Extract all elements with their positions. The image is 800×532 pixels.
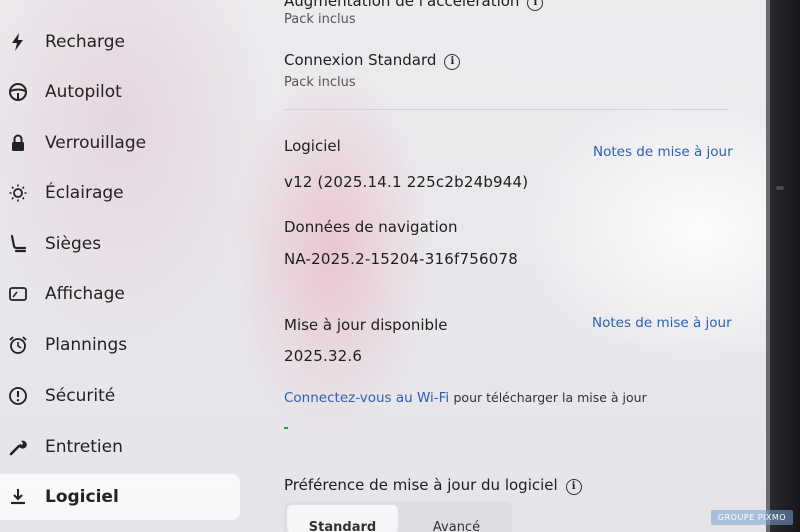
sidebar-item-verrouillage[interactable]: Verrouillage [0,121,240,165]
update-available-title: Mise à jour disponible [284,316,448,334]
divider [284,109,728,110]
sidebar-item-label: Plannings [45,335,128,355]
sidebar-item-autopilot[interactable]: Autopilot [0,70,240,114]
sidebar-item-label: Sièges [45,234,102,254]
screen-bezel [766,0,800,532]
sidebar-item-logiciel[interactable]: Logiciel [0,474,240,520]
touchscreen: Recharge Autopilot Verrouillage Éclairag… [0,0,800,532]
sidebar-item-eclairage[interactable]: Éclairage [0,171,240,215]
sidebar-item-label: Entretien [45,437,123,457]
wifi-connect-link[interactable]: Connectez-vous au Wi-Fi [284,390,449,406]
sidebar-item-label: Recharge [45,32,125,52]
acceleration-title-text: Augmentation de l'accélération [284,0,520,10]
wifi-message-text: pour télécharger la mise à jour [453,390,647,405]
connexion-title-text: Connexion Standard [284,51,437,69]
sidebar: Recharge Autopilot Verrouillage Éclairag… [0,0,250,532]
connexion-title: Connexion Standard i [284,51,461,70]
light-bulb-icon [7,182,29,204]
wifi-message: Connectez-vous au Wi-Fi pour télécharger… [284,390,647,406]
lightning-bolt-icon [7,31,29,53]
download-progress-bar [284,427,289,429]
sidebar-item-affichage[interactable]: Affichage [0,272,240,316]
info-icon[interactable]: i [565,478,582,495]
sidebar-item-label: Logiciel [45,487,119,507]
watermark: GROUPE PIXMO [711,510,793,525]
sidebar-item-label: Autopilot [45,82,122,102]
update-preference-title: Préférence de mise à jour du logiciel i [284,476,582,495]
option-standard[interactable]: Standard [287,505,398,532]
update-preference-selector: Standard Avancé [284,502,512,532]
update-release-notes-link[interactable]: Notes de mise à jour [592,315,732,331]
sidebar-item-label: Verrouillage [45,133,147,153]
update-preference-title-text: Préférence de mise à jour du logiciel [284,476,558,494]
seat-icon [7,233,29,255]
sidebar-item-label: Affichage [45,284,125,304]
lock-icon [7,132,29,154]
logiciel-title: Logiciel [284,137,341,155]
sidebar-item-recharge[interactable]: Recharge [0,20,240,64]
wrench-icon [7,436,29,458]
acceleration-title: Augmentation de l'accélération i [284,0,544,11]
steering-wheel-icon [7,81,29,103]
bezel-indicator [776,186,784,190]
alert-circle-icon [7,385,29,407]
sidebar-item-label: Sécurité [45,386,116,406]
info-icon[interactable]: i [527,0,544,11]
sidebar-item-entretien[interactable]: Entretien [0,425,240,469]
release-notes-link[interactable]: Notes de mise à jour [593,144,733,160]
display-icon [7,283,29,305]
option-avance[interactable]: Avancé [401,502,512,532]
connexion-sub: Pack inclus [284,75,356,90]
sidebar-item-label: Éclairage [45,183,124,203]
acceleration-sub: Pack inclus [284,12,356,27]
navigation-data-version: NA-2025.2-15204-316f756078 [284,250,518,268]
download-icon [7,486,29,508]
sidebar-item-plannings[interactable]: Plannings [0,323,240,367]
sidebar-item-sieges[interactable]: Sièges [0,222,240,266]
software-panel: Augmentation de l'accélération i Pack inc… [284,0,734,532]
sidebar-item-hidden-top[interactable] [0,0,240,22]
software-version: v12 (2025.14.1 225c2b24b944) [284,173,529,191]
alarm-clock-icon [7,334,29,356]
sidebar-item-securite[interactable]: Sécurité [0,374,240,418]
navigation-data-title: Données de navigation [284,218,458,236]
info-icon[interactable]: i [444,53,461,70]
update-version: 2025.32.6 [284,347,363,365]
